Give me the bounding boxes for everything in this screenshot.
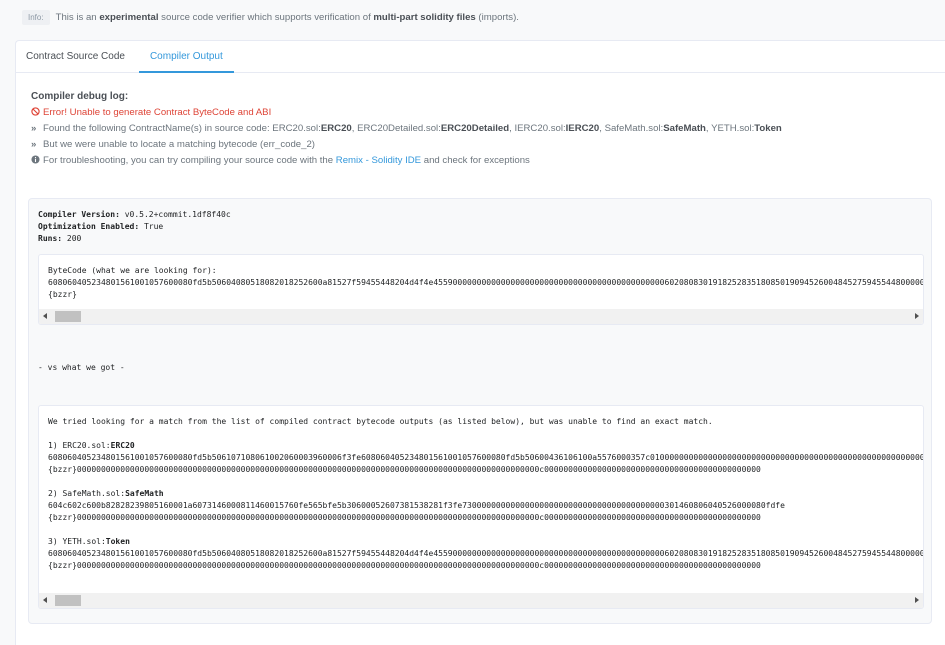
double-chevron-right-icon: » <box>31 139 37 150</box>
found-item: IERC20.sol:IERC20 <box>514 123 600 134</box>
scroll-left-arrow-icon[interactable] <box>43 597 47 603</box>
prohibited-icon <box>31 105 43 121</box>
runs-value: 200 <box>62 234 82 243</box>
info-bar: Info: This is an experimental source cod… <box>22 8 519 26</box>
optimization-value: True <box>139 222 164 231</box>
found-item: ERC20Detailed.sol:ERC20Detailed <box>357 123 510 134</box>
horizontal-scrollbar[interactable] <box>39 309 923 324</box>
compiler-output-panel: Compiler Version: v0.5.2+commit.1df8f40c… <box>28 198 932 624</box>
found-item: YETH.sol:Token <box>711 123 782 134</box>
info-text: This is an experimental source code veri… <box>55 11 519 23</box>
tab-contract-source-code[interactable]: Contract Source Code <box>16 41 135 73</box>
result-bzzr: {bzzr}0000000000000000000000000000000000… <box>48 513 761 522</box>
compiler-version: v0.5.2+commit.1df8f40c <box>119 210 231 219</box>
vs-separator: - vs what we got - <box>38 363 125 372</box>
result-item: 3) YETH.sol:Token <box>48 537 130 546</box>
double-chevron-right-icon: » <box>31 123 37 134</box>
remix-ide-link[interactable]: Remix - Solidity IDE <box>336 155 421 166</box>
contract-card: Contract Source Code Compiler Output Com… <box>15 40 945 645</box>
info-circle-icon <box>31 153 43 169</box>
compiler-info: Compiler Version: v0.5.2+commit.1df8f40c… <box>38 210 231 243</box>
info-badge: Info: <box>22 9 50 25</box>
scroll-right-arrow-icon[interactable] <box>915 597 919 603</box>
horizontal-scrollbar[interactable] <box>39 593 923 608</box>
compiler-debug-log: Compiler debug log: Error! Unable to gen… <box>31 91 782 169</box>
expected-bytecode-box[interactable]: ByteCode (what we are looking for): 6080… <box>38 254 924 325</box>
bytecode-title: ByteCode (what we are looking for): <box>48 266 217 275</box>
unable-line: » But we were unable to locate a matching… <box>31 137 782 153</box>
found-item: ERC20.sol:ERC20 <box>272 123 352 134</box>
result-item: 1) ERC20.sol:ERC20 <box>48 441 135 450</box>
tab-bar: Contract Source Code Compiler Output <box>16 41 945 73</box>
compiled-outputs-box[interactable]: We tried looking for a match from the li… <box>38 405 924 609</box>
found-item: SafeMath.sol:SafeMath <box>604 123 706 134</box>
expected-bytecode-content: ByteCode (what we are looking for): 6080… <box>48 265 924 301</box>
error-text: Error! Unable to generate Contract ByteC… <box>43 107 272 118</box>
troubleshoot-line: For troubleshooting, you can try compili… <box>31 153 782 169</box>
scroll-left-arrow-icon[interactable] <box>43 313 47 319</box>
expected-bytecode: 608060405234801561001057600080fd5b506040… <box>48 278 924 287</box>
bytecode-bzzr: {bzzr} <box>48 290 77 299</box>
tab-compiler-output[interactable]: Compiler Output <box>138 41 234 73</box>
result-bzzr: {bzzr}0000000000000000000000000000000000… <box>48 465 761 474</box>
result-bytecode: 604c602c600b82828239805160001a6073146000… <box>48 501 785 510</box>
result-item: 2) SafeMath.sol:SafeMath <box>48 489 164 498</box>
result-bytecode: 608060405234801561001057600080fd5b506107… <box>48 453 924 462</box>
compiled-outputs-content: We tried looking for a match from the li… <box>48 416 924 572</box>
result-bzzr: {bzzr}0000000000000000000000000000000000… <box>48 561 761 570</box>
debug-log-title: Compiler debug log: <box>31 91 129 102</box>
result-bytecode: 608060405234801561001057600080fd5b506040… <box>48 549 924 558</box>
scroll-right-arrow-icon[interactable] <box>915 313 919 319</box>
results-intro: We tried looking for a match from the li… <box>48 417 713 426</box>
scroll-thumb[interactable] <box>55 311 81 322</box>
found-contracts-line: » Found the following ContractName(s) in … <box>31 121 782 137</box>
error-line: Error! Unable to generate Contract ByteC… <box>31 105 782 121</box>
scroll-thumb[interactable] <box>55 595 81 606</box>
